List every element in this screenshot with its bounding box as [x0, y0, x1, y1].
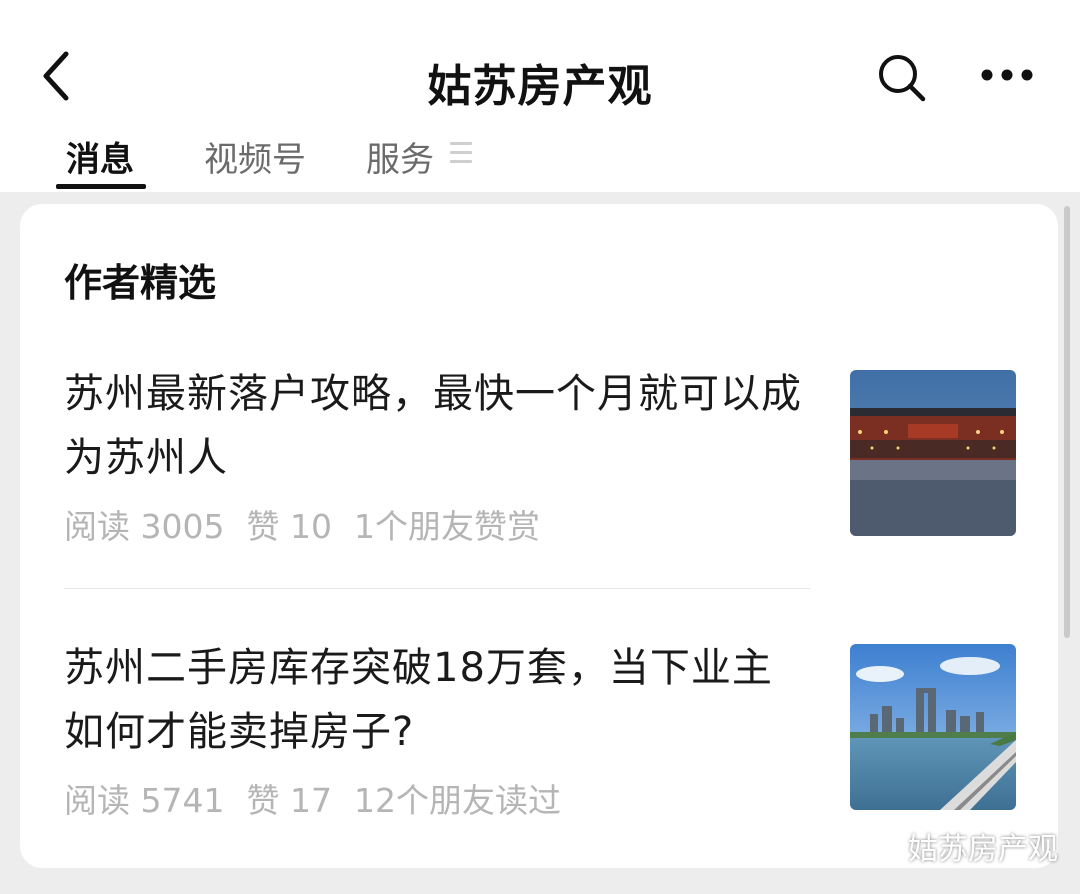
article-title[interactable]: 苏州二手房库存突破18万套，当下业主如何才能卖掉房子? — [64, 636, 808, 764]
article-title[interactable]: 苏州最新落户攻略，最快一个月就可以成为苏州人 — [64, 362, 808, 490]
divider — [64, 588, 810, 589]
like-count: 赞 17 — [246, 781, 332, 820]
article-meta: 阅读 5741 赞 17 12个朋友读过 — [64, 774, 583, 822]
more-dots-icon — [981, 69, 1033, 81]
like-count: 赞 10 — [246, 507, 332, 546]
tab-messages[interactable]: 消息 — [66, 132, 134, 181]
top-bar: 姑苏房产观 消息 视频号 服务 — [0, 0, 1080, 192]
read-count: 阅读 5741 — [64, 781, 225, 820]
featured-card: 作者精选 苏州最新落户攻略，最快一个月就可以成为苏州人 阅读 3005 赞 10 1… — [20, 204, 1058, 868]
more-button[interactable] — [978, 60, 1036, 90]
wechat-logo-icon — [860, 830, 899, 861]
menu-icon[interactable] — [450, 142, 472, 168]
tab-channels[interactable]: 视频号 — [204, 132, 306, 181]
search-icon — [879, 55, 926, 102]
article-meta: 阅读 3005 赞 10 1个朋友赞赏 — [64, 500, 562, 548]
article-thumbnail[interactable] — [850, 644, 1016, 810]
watermark: 姑苏房产观 — [860, 826, 1058, 867]
tab-services[interactable]: 服务 — [366, 132, 434, 181]
friend-activity: 1个朋友赞赏 — [353, 507, 540, 546]
active-tab-indicator — [56, 184, 146, 189]
watermark-text: 姑苏房产观 — [908, 832, 1058, 867]
read-count: 阅读 3005 — [64, 507, 225, 546]
section-title: 作者精选 — [64, 261, 217, 305]
train-station-night-thumbnail — [850, 370, 1016, 536]
tab-bar: 消息 视频号 服务 — [0, 128, 1080, 192]
city-skyline-lake-thumbnail — [850, 644, 1016, 810]
article-thumbnail[interactable] — [850, 370, 1016, 536]
scrollbar[interactable] — [1064, 206, 1070, 638]
friend-activity: 12个朋友读过 — [353, 781, 561, 820]
search-button[interactable] — [876, 52, 928, 104]
